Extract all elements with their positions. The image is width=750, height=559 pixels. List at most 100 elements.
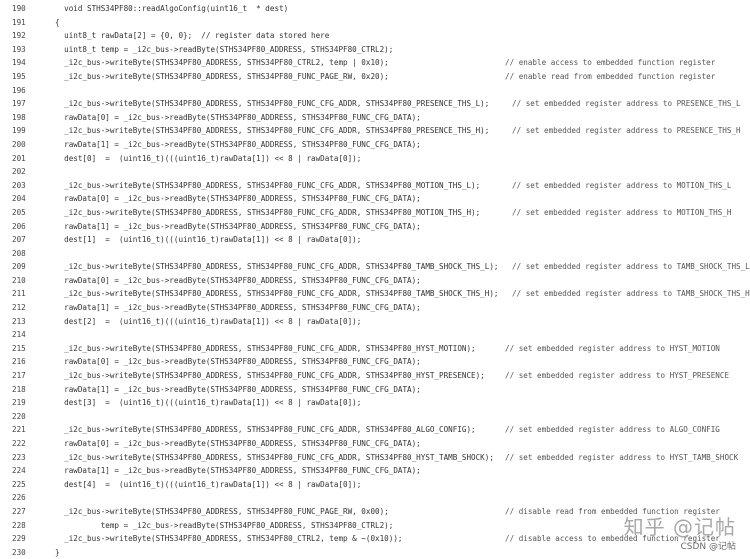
code-line: 203 _i2c_bus->writeByte(STHS34PF80_ADDRE… <box>0 179 750 193</box>
code-line: 191 { <box>0 16 750 30</box>
code-comment: // set embedded register address to TAMB… <box>512 262 750 272</box>
code-line: 220 <box>0 410 750 424</box>
line-number: 196 <box>12 85 26 95</box>
line-number: 209 <box>12 262 26 272</box>
line-number: 228 <box>12 520 26 530</box>
line-number: 208 <box>12 248 26 258</box>
code-text: dest[4] = (uint16_t)(((uint16_t)rawData[… <box>55 479 362 489</box>
code-text: _i2c_bus->writeByte(STHS34PF80_ADDRESS, … <box>55 452 494 462</box>
line-number: 227 <box>12 506 26 516</box>
code-line: 226 <box>0 491 750 505</box>
code-comment: // set embedded register address to PRES… <box>512 99 741 109</box>
line-number: 191 <box>12 17 26 27</box>
code-text: rawData[0] = _i2c_bus->readByte(STHS34PF… <box>55 275 421 285</box>
line-number: 211 <box>12 289 26 299</box>
line-number: 215 <box>12 343 26 353</box>
code-line: 212 rawData[1] = _i2c_bus->readByte(STHS… <box>0 301 750 315</box>
code-line: 197 _i2c_bus->writeByte(STHS34PF80_ADDRE… <box>0 97 750 111</box>
line-number: 190 <box>12 4 26 13</box>
code-line: 210 rawData[0] = _i2c_bus->readByte(STHS… <box>0 274 750 288</box>
line-number: 225 <box>12 479 26 489</box>
code-text: rawData[0] = _i2c_bus->readByte(STHS34PF… <box>55 112 421 122</box>
code-text: rawData[1] = _i2c_bus->readByte(STHS34PF… <box>55 139 421 149</box>
code-text: _i2c_bus->writeByte(STHS34PF80_ADDRESS, … <box>55 371 485 381</box>
code-text: rawData[1] = _i2c_bus->readByte(STHS34PF… <box>55 466 421 476</box>
code-comment: // set embedded register address to MOTI… <box>512 180 732 190</box>
code-line: 213 dest[2] = (uint16_t)(((uint16_t)rawD… <box>0 315 750 329</box>
code-line: 208 <box>0 247 750 261</box>
code-text: _i2c_bus->writeByte(STHS34PF80_ADDRESS, … <box>55 99 490 109</box>
code-text: uint8_t rawData[2] = {0, 0}; // register… <box>55 31 330 41</box>
code-comment: // enable read from embedded function re… <box>505 71 716 81</box>
code-line: 200 rawData[1] = _i2c_bus->readByte(STHS… <box>0 138 750 152</box>
code-line: 206 rawData[1] = _i2c_bus->readByte(STHS… <box>0 220 750 234</box>
code-line: 204 rawData[0] = _i2c_bus->readByte(STHS… <box>0 192 750 206</box>
code-text: dest[3] = (uint16_t)(((uint16_t)rawData[… <box>55 398 362 408</box>
code-text: dest[0] = (uint16_t)(((uint16_t)rawData[… <box>55 153 362 163</box>
line-number: 198 <box>12 112 26 122</box>
code-text: rawData[1] = _i2c_bus->readByte(STHS34PF… <box>55 384 421 394</box>
code-text: } <box>55 547 60 557</box>
line-number: 221 <box>12 425 26 435</box>
code-text: _i2c_bus->writeByte(STHS34PF80_ADDRESS, … <box>55 289 499 299</box>
code-line: 193 uint8_t temp = _i2c_bus->readByte(ST… <box>0 43 750 57</box>
code-line: 198 rawData[0] = _i2c_bus->readByte(STHS… <box>0 111 750 125</box>
code-text: rawData[0] = _i2c_bus->readByte(STHS34PF… <box>55 439 421 448</box>
code-line: 217 _i2c_bus->writeByte(STHS34PF80_ADDRE… <box>0 369 750 383</box>
watermark-zhihu: 知乎 @记帖 <box>623 515 736 539</box>
code-line: 218 rawData[1] = _i2c_bus->readByte(STHS… <box>0 383 750 397</box>
code-text: void STHS34PF80::readAlgoConfig(uint16_t… <box>55 4 289 13</box>
line-number: 217 <box>12 371 26 381</box>
line-number: 230 <box>12 547 26 557</box>
code-line: 201 dest[0] = (uint16_t)(((uint16_t)rawD… <box>0 152 750 166</box>
line-number: 199 <box>12 126 26 136</box>
code-line: 195 _i2c_bus->writeByte(STHS34PF80_ADDRE… <box>0 70 750 84</box>
code-comment: // set embedded register address to HYST… <box>505 371 730 381</box>
line-number: 213 <box>12 316 26 326</box>
line-number: 194 <box>12 58 26 68</box>
code-comment: // set embedded register address to HYST… <box>505 343 720 353</box>
line-number: 204 <box>12 194 26 204</box>
code-comment: // set embedded register address to HYST… <box>505 452 739 462</box>
code-line: 202 <box>0 165 750 179</box>
code-text: _i2c_bus->writeByte(STHS34PF80_ADDRESS, … <box>55 71 389 81</box>
code-line: 199 _i2c_bus->writeByte(STHS34PF80_ADDRE… <box>0 124 750 138</box>
code-text: _i2c_bus->writeByte(STHS34PF80_ADDRESS, … <box>55 126 490 136</box>
code-text: uint8_t temp = _i2c_bus->readByte(STHS34… <box>55 44 394 54</box>
code-line: 205 _i2c_bus->writeByte(STHS34PF80_ADDRE… <box>0 206 750 220</box>
code-line: 216 rawData[0] = _i2c_bus->readByte(STHS… <box>0 355 750 369</box>
line-number: 210 <box>12 275 26 285</box>
line-number: 216 <box>12 357 26 367</box>
code-comment: // enable access to embedded function re… <box>505 58 716 68</box>
line-number: 205 <box>12 207 26 217</box>
line-number: 220 <box>12 411 26 421</box>
line-number: 222 <box>12 439 26 448</box>
code-line: 194 _i2c_bus->writeByte(STHS34PF80_ADDRE… <box>0 56 750 70</box>
code-text: _i2c_bus->writeByte(STHS34PF80_ADDRESS, … <box>55 425 476 435</box>
code-line: 192 uint8_t rawData[2] = {0, 0}; // regi… <box>0 29 750 43</box>
line-number: 223 <box>12 452 26 462</box>
line-number: 219 <box>12 398 26 408</box>
code-line: 222 rawData[0] = _i2c_bus->readByte(STHS… <box>0 437 750 451</box>
line-number: 193 <box>12 44 26 54</box>
line-number: 201 <box>12 153 26 163</box>
line-number: 226 <box>12 493 26 503</box>
code-text: rawData[0] = _i2c_bus->readByte(STHS34PF… <box>55 357 421 367</box>
code-text: { <box>55 17 60 27</box>
line-number: 202 <box>12 167 26 177</box>
code-text: dest[2] = (uint16_t)(((uint16_t)rawData[… <box>55 316 362 326</box>
code-text: rawData[1] = _i2c_bus->readByte(STHS34PF… <box>55 303 421 313</box>
code-line: 215 _i2c_bus->writeByte(STHS34PF80_ADDRE… <box>0 342 750 356</box>
code-text: _i2c_bus->writeByte(STHS34PF80_ADDRESS, … <box>55 58 389 68</box>
line-number: 207 <box>12 235 26 245</box>
code-line: 221 _i2c_bus->writeByte(STHS34PF80_ADDRE… <box>0 423 750 437</box>
code-line: 207 dest[1] = (uint16_t)(((uint16_t)rawD… <box>0 233 750 247</box>
code-comment: // set embedded register address to MOTI… <box>512 207 732 217</box>
code-line: 209 _i2c_bus->writeByte(STHS34PF80_ADDRE… <box>0 260 750 274</box>
code-view: 190 void STHS34PF80::readAlgoConfig(uint… <box>0 0 750 559</box>
code-comment: // set embedded register address to ALGO… <box>505 425 720 435</box>
line-number: 229 <box>12 534 26 544</box>
code-text: dest[1] = (uint16_t)(((uint16_t)rawData[… <box>55 235 362 245</box>
line-number: 206 <box>12 221 26 231</box>
line-number: 218 <box>12 384 26 394</box>
